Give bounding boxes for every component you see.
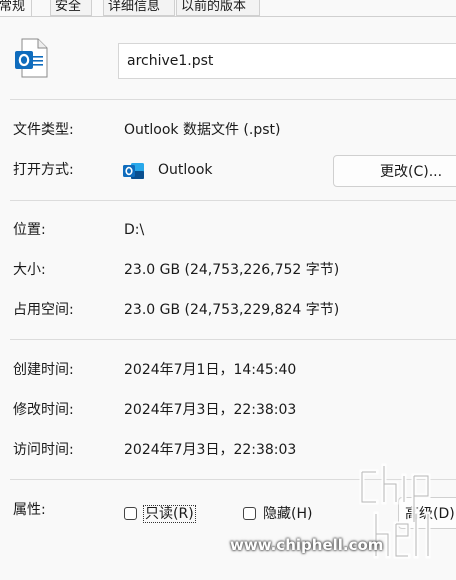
readonly-label[interactable]: 只读(R): [143, 505, 196, 523]
file-type-value: Outlook 数据文件 (.pst): [124, 122, 281, 138]
accessed-value: 2024年7月3日，22:38:03: [124, 442, 297, 458]
disk-size-label: 占用空间:: [13, 302, 74, 318]
separator: [10, 200, 456, 201]
created-value: 2024年7月1日，14:45:40: [124, 362, 297, 378]
watermark-site: www.chiphell.com: [230, 536, 384, 554]
file-name-input[interactable]: [118, 43, 456, 79]
readonly-checkbox[interactable]: [124, 507, 137, 520]
change-button[interactable]: 更改(C)...: [333, 155, 456, 187]
size-value: 23.0 GB (24,753,226,752 字节): [124, 262, 340, 278]
tab-security-label: 安全: [55, 0, 82, 14]
tab-details-label: 详细信息: [108, 0, 161, 14]
readonly-label-text: 只读(R): [143, 505, 196, 523]
tab-underline: [0, 16, 456, 17]
opens-with-app: Outlook: [158, 162, 213, 178]
separator: [10, 99, 456, 100]
outlook-icon: [123, 163, 144, 179]
accessed-label: 访问时间:: [13, 442, 74, 458]
tab-details[interactable]: 详细信息: [103, 0, 175, 16]
location-label: 位置:: [13, 222, 46, 238]
modified-label: 修改时间:: [13, 402, 74, 418]
created-label: 创建时间:: [13, 362, 74, 378]
tab-bar: 常规 安全 详细信息 以前的版本: [0, 0, 456, 17]
tab-security[interactable]: 安全: [50, 0, 92, 16]
hidden-checkbox[interactable]: [243, 507, 256, 520]
disk-size-value: 23.0 GB (24,753,229,824 字节): [124, 302, 340, 318]
location-value: D:\: [124, 222, 145, 238]
size-label: 大小:: [13, 262, 46, 278]
tab-previous-versions[interactable]: 以前的版本: [176, 0, 260, 16]
tab-general-label: 常规: [0, 0, 26, 14]
separator: [10, 339, 456, 340]
tab-previous-versions-label: 以前的版本: [181, 0, 247, 14]
file-type-label: 文件类型:: [13, 122, 74, 138]
modified-value: 2024年7月3日，22:38:03: [124, 402, 297, 418]
outlook-data-file-icon: [15, 38, 48, 78]
opens-with-label: 打开方式:: [13, 162, 74, 178]
hidden-label[interactable]: 隐藏(H): [263, 505, 312, 523]
tab-general[interactable]: 常规: [0, 0, 32, 17]
attributes-label: 属性:: [13, 502, 46, 518]
